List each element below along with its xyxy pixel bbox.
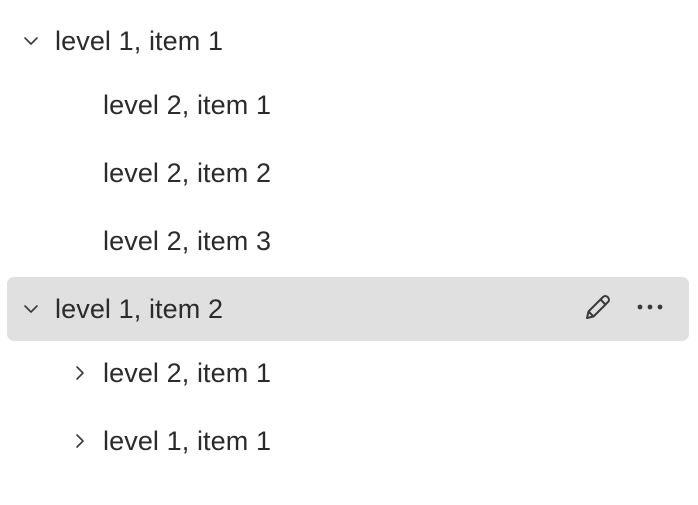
pencil-icon xyxy=(581,290,615,329)
chevron-right-icon[interactable] xyxy=(71,364,89,382)
chevron-down-icon[interactable] xyxy=(22,300,40,318)
tree-item-level2-item2[interactable]: level 2, item 2 xyxy=(7,141,689,205)
tree-item-label: level 1, item 1 xyxy=(103,426,272,456)
tree-item-label: level 2, item 1 xyxy=(103,358,272,388)
tree-item-label: level 2, item 2 xyxy=(103,158,272,188)
more-icon xyxy=(633,290,667,329)
edit-button[interactable] xyxy=(581,292,615,326)
chevron-down-icon[interactable] xyxy=(22,32,40,50)
tree-item-nested-level1-item1[interactable]: level 1, item 1 xyxy=(7,409,689,473)
tree-item-level2-item3[interactable]: level 2, item 3 xyxy=(7,209,689,273)
tree-item-label: level 2, item 1 xyxy=(103,90,272,120)
tree-item-level2-item1-collapsed[interactable]: level 2, item 1 xyxy=(7,341,689,405)
tree-item-level2-item1[interactable]: level 2, item 1 xyxy=(7,73,689,137)
tree-item-label: level 2, item 3 xyxy=(103,226,272,256)
row-actions xyxy=(581,292,667,326)
chevron-right-icon[interactable] xyxy=(71,432,89,450)
tree-item-level1-item2[interactable]: level 1, item 2 xyxy=(7,277,689,341)
tree-item-level1-item1[interactable]: level 1, item 1 xyxy=(7,9,689,73)
tree-item-label: level 1, item 1 xyxy=(55,26,224,56)
more-button[interactable] xyxy=(633,292,667,326)
tree-item-label: level 1, item 2 xyxy=(55,294,224,324)
